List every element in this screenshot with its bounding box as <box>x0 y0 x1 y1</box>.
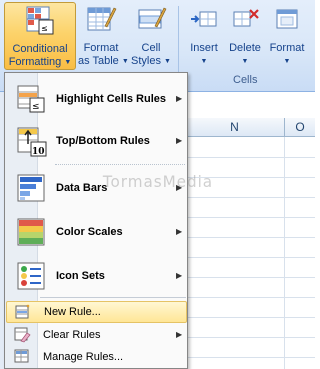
top-bottom-rules-icon: 10 <box>16 126 48 157</box>
chevron-down-icon: ▼ <box>283 58 291 65</box>
highlight-cells-rules-icon: ≤ <box>16 84 48 114</box>
menu-item-color-scales[interactable]: Color Scales ▶ <box>6 215 187 251</box>
grid-line <box>185 317 315 318</box>
grid-line <box>284 137 285 369</box>
menu-item-manage-rules[interactable]: Manage Rules... <box>6 346 187 367</box>
menu-item-label: Highlight Cells Rules <box>56 93 167 105</box>
menu-item-highlight-cells-rules[interactable]: ≤ Highlight Cells Rules ▶ <box>6 81 187 117</box>
manage-rules-icon <box>13 347 31 365</box>
format-label: Format <box>269 42 305 54</box>
data-bars-icon <box>16 173 48 203</box>
grid-line <box>185 277 315 278</box>
svg-text:≤: ≤ <box>41 24 48 33</box>
grid-line <box>185 197 315 198</box>
menu-item-label: Top/Bottom Rules <box>56 135 150 147</box>
delete-label: Delete <box>229 42 261 54</box>
grid-line <box>185 357 315 358</box>
grid-line <box>185 257 315 258</box>
menu-item-icon-sets[interactable]: Icon Sets ▶ <box>6 259 187 295</box>
conditional-formatting-line1: Conditional <box>12 43 68 55</box>
grid-line <box>185 157 315 158</box>
chevron-right-icon: ▶ <box>176 136 183 145</box>
conditional-formatting-line2: Formatting <box>8 56 62 68</box>
grid-line <box>185 217 315 218</box>
cells-group-label: Cells <box>233 74 258 86</box>
icon-sets-icon <box>16 261 48 291</box>
column-header-n[interactable]: N <box>185 118 285 137</box>
format-cells-button[interactable]: Format ▼ <box>266 2 308 70</box>
cell-styles-icon <box>135 4 167 36</box>
format-as-table-button[interactable]: Format as Table ▼ <box>78 2 129 70</box>
new-rule-icon <box>14 303 32 321</box>
chevron-right-icon: ▶ <box>176 94 183 103</box>
menu-item-label: Data Bars <box>56 182 108 194</box>
column-header-o[interactable]: O <box>285 118 315 137</box>
format-as-table-line1: Format <box>83 42 119 54</box>
chevron-down-icon: ▼ <box>241 58 249 65</box>
menu-item-new-rule[interactable]: New Rule... <box>6 301 187 323</box>
insert-label: Insert <box>190 42 218 54</box>
watermark: TormasMedia <box>102 172 214 191</box>
cell-styles-line1: Cell <box>141 42 161 54</box>
clear-rules-icon <box>13 325 31 343</box>
menu-item-label: Clear Rules <box>43 329 101 341</box>
delete-cells-icon <box>229 4 261 36</box>
insert-cells-button[interactable]: Insert ▼ <box>184 2 224 70</box>
chevron-right-icon: ▶ <box>176 271 183 280</box>
format-cells-icon <box>271 4 303 36</box>
delete-cells-button[interactable]: Delete ▼ <box>225 2 265 70</box>
menu-item-top-bottom-rules[interactable]: 10 Top/Bottom Rules ▶ <box>6 123 187 161</box>
menu-item-label: Manage Rules... <box>43 351 124 363</box>
insert-cells-icon <box>188 4 220 36</box>
menu-item-label: Icon Sets <box>56 270 105 282</box>
cell-styles-line2: Styles <box>131 55 161 67</box>
chevron-down-icon: ▼ <box>64 59 72 66</box>
chevron-right-icon: ▶ <box>176 330 183 339</box>
chevron-right-icon: ▶ <box>176 227 183 236</box>
grid-line <box>185 297 315 298</box>
cell-styles-button[interactable]: Cell Styles ▼ <box>128 2 174 70</box>
chevron-down-icon: ▼ <box>200 58 208 65</box>
chevron-down-icon: ▼ <box>164 58 171 65</box>
menu-item-clear-rules[interactable]: Clear Rules ▶ <box>6 324 187 345</box>
color-scales-icon <box>16 217 48 247</box>
conditional-formatting-icon: ≤ <box>24 5 56 37</box>
grid-line <box>185 237 315 238</box>
format-as-table-icon <box>85 4 117 36</box>
svg-text:≤: ≤ <box>32 102 40 112</box>
conditional-formatting-button[interactable]: ≤ Conditional Formatting ▼ <box>4 2 76 70</box>
menu-divider <box>55 164 185 165</box>
menu-item-label: Color Scales <box>56 226 123 238</box>
grid-line <box>185 337 315 338</box>
menu-divider <box>40 297 186 298</box>
format-as-table-line2: as Table <box>78 55 119 67</box>
menu-item-label: New Rule... <box>44 306 101 318</box>
conditional-formatting-menu: ≤ Highlight Cells Rules ▶ 10 Top/Bottom … <box>4 72 188 369</box>
svg-text:10: 10 <box>32 147 45 157</box>
